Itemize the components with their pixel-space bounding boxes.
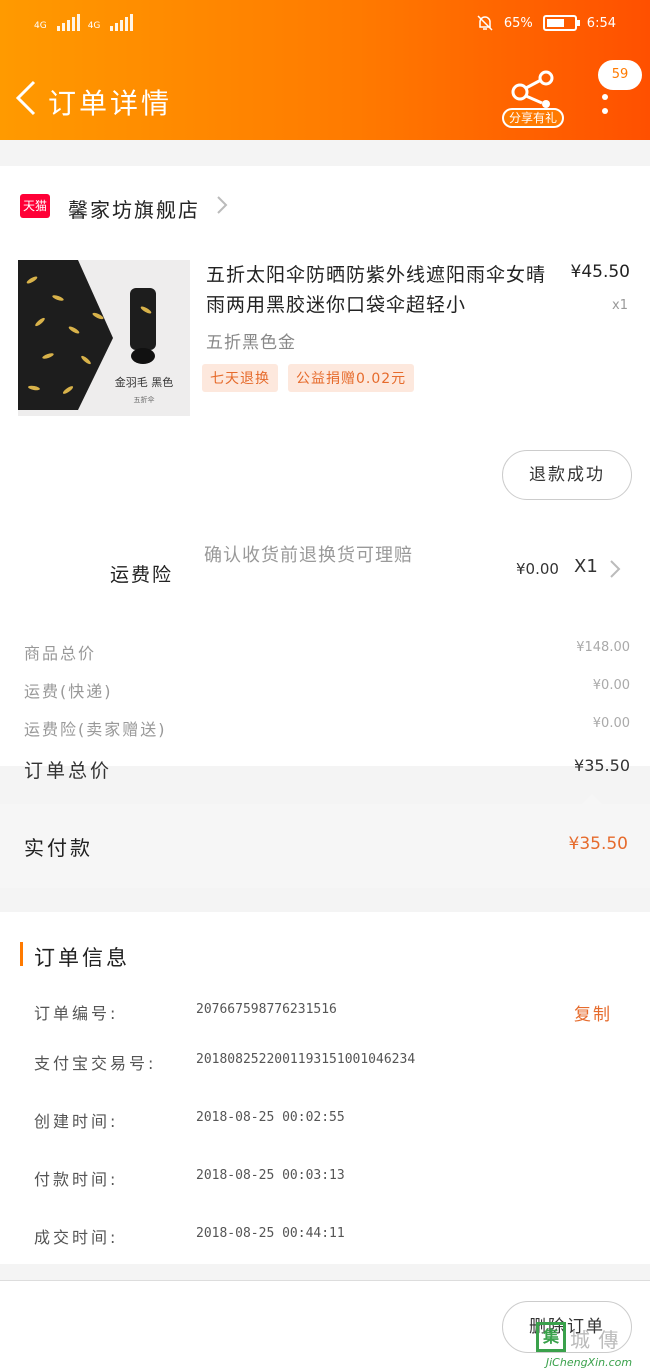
alipay-trade-row: 支付宝交易号: 2018082522001193151001046234 [34, 1050, 634, 1080]
order-total-row: 订单总价 ¥35.50 [22, 756, 630, 786]
more-dots-icon [602, 94, 608, 122]
product-variant: 五折黑色金 [206, 333, 296, 353]
summary-value: ¥0.00 [592, 716, 630, 731]
product-image[interactable]: 金羽毛 黑色 五折伞 [18, 260, 190, 416]
insurance-quantity: X1 [574, 556, 598, 577]
watermark: 集 城 傳 JiChengXin.com [530, 1320, 648, 1370]
refund-status-button[interactable]: 退款成功 [502, 450, 632, 500]
order-total-value: ¥35.50 [574, 756, 630, 775]
summary-row-shipping: 运费(快递) ¥0.00 [22, 678, 630, 708]
tag-charity: 公益捐赠0.02元 [288, 364, 415, 392]
watermark-text: 城 傳 [570, 1328, 620, 1352]
payment-time-row: 付款时间: 2018-08-25 00:03:13 [34, 1166, 634, 1196]
watermark-logo: 集 [536, 1322, 566, 1352]
watermark-url: JiChengXin.com [545, 1356, 633, 1369]
signal-icon [110, 14, 134, 31]
info-label: 支付宝交易号: [34, 1054, 157, 1073]
battery-icon [542, 15, 580, 31]
share-gift-button[interactable]: 分享有礼 [502, 68, 564, 130]
product-price: ¥45.50 [570, 262, 630, 282]
info-value: 2018-08-25 00:02:55 [196, 1110, 345, 1125]
info-label: 付款时间: [34, 1170, 119, 1189]
share-label: 分享有礼 [502, 108, 564, 128]
info-label: 成交时间: [34, 1228, 119, 1247]
product-quantity: x1 [612, 298, 628, 313]
battery-percent: 65% [503, 15, 533, 31]
chevron-right-icon[interactable] [606, 558, 624, 580]
service-tags: 七天退换 公益捐赠0.02元 [202, 364, 415, 392]
notch-indicator [582, 794, 602, 804]
mute-bell-icon [477, 15, 493, 31]
summary-label: 商品总价 [24, 644, 97, 663]
info-value: 2018-08-25 00:44:11 [196, 1226, 345, 1241]
summary-value: ¥0.00 [592, 678, 630, 693]
info-label: 创建时间: [34, 1112, 119, 1131]
header-bar: 4G 4G 65% 6:54 订单详情 分享有礼 59 [0, 0, 650, 140]
status-bar: 4G 4G 65% 6:54 [34, 14, 616, 40]
info-value: 2018082522001193151001046234 [196, 1052, 416, 1067]
product-card: 金羽毛 黑色 五折伞 五折太阳伞防晒防紫外线遮阳雨伞女晴雨两用黑胶迷你口袋伞超轻… [0, 246, 650, 782]
paid-amount-row: 实付款 ¥35.50 [0, 794, 650, 888]
paid-value: ¥35.50 [568, 834, 628, 854]
image-subcaption: 五折伞 [134, 395, 155, 404]
clock: 6:54 [586, 15, 616, 31]
summary-label: 运费险(卖家赠送) [24, 720, 167, 739]
chevron-right-icon [217, 196, 228, 214]
order-total-label: 订单总价 [24, 760, 113, 782]
deal-time-row: 成交时间: 2018-08-25 00:44:11 [34, 1224, 634, 1254]
back-button[interactable] [12, 78, 40, 118]
tag-return: 七天退换 [202, 364, 278, 392]
info-value: 2018-08-25 00:03:13 [196, 1168, 345, 1183]
network-label-1: 4G [34, 21, 47, 31]
copy-button[interactable]: 复制 [574, 1000, 612, 1025]
store-row[interactable]: 天猫 馨家坊旗舰店 [0, 166, 650, 246]
info-label: 订单编号: [34, 1004, 119, 1023]
product-title[interactable]: 五折太阳伞防晒防紫外线遮阳雨伞女晴雨两用黑胶迷你口袋伞超轻小 [206, 260, 558, 320]
summary-row-insurance: 运费险(卖家赠送) ¥0.00 [22, 716, 630, 746]
paid-label: 实付款 [24, 836, 93, 860]
image-caption: 金羽毛 黑色 [115, 375, 174, 389]
order-number-row: 订单编号: 207667598776231516 复制 [34, 1000, 634, 1030]
summary-row-goods: 商品总价 ¥148.00 [22, 640, 630, 670]
more-menu-button[interactable]: 59 [598, 60, 642, 120]
section-accent-bar [20, 942, 23, 966]
network-label-2: 4G [87, 21, 101, 31]
created-time-row: 创建时间: 2018-08-25 00:02:55 [34, 1108, 634, 1138]
share-icon [511, 70, 554, 108]
summary-value: ¥148.00 [576, 640, 630, 655]
umbrella-image: 金羽毛 黑色 五折伞 [18, 260, 190, 416]
info-value: 207667598776231516 [196, 1002, 337, 1017]
signal-icon [56, 14, 80, 31]
order-info-card: 订单信息 订单编号: 207667598776231516 复制 支付宝交易号:… [0, 912, 650, 1264]
store-name: 馨家坊旗舰店 [68, 198, 200, 222]
insurance-description: 确认收货前退换货可理赔 [204, 545, 413, 566]
summary-label: 运费(快递) [24, 682, 113, 701]
insurance-label: 运费险 [110, 564, 174, 586]
insurance-price: ¥0.00 [516, 560, 559, 578]
order-info-title: 订单信息 [34, 946, 130, 970]
tmall-logo: 天猫 [20, 194, 50, 218]
page-title: 订单详情 [48, 87, 173, 120]
message-count-badge: 59 [598, 60, 642, 90]
